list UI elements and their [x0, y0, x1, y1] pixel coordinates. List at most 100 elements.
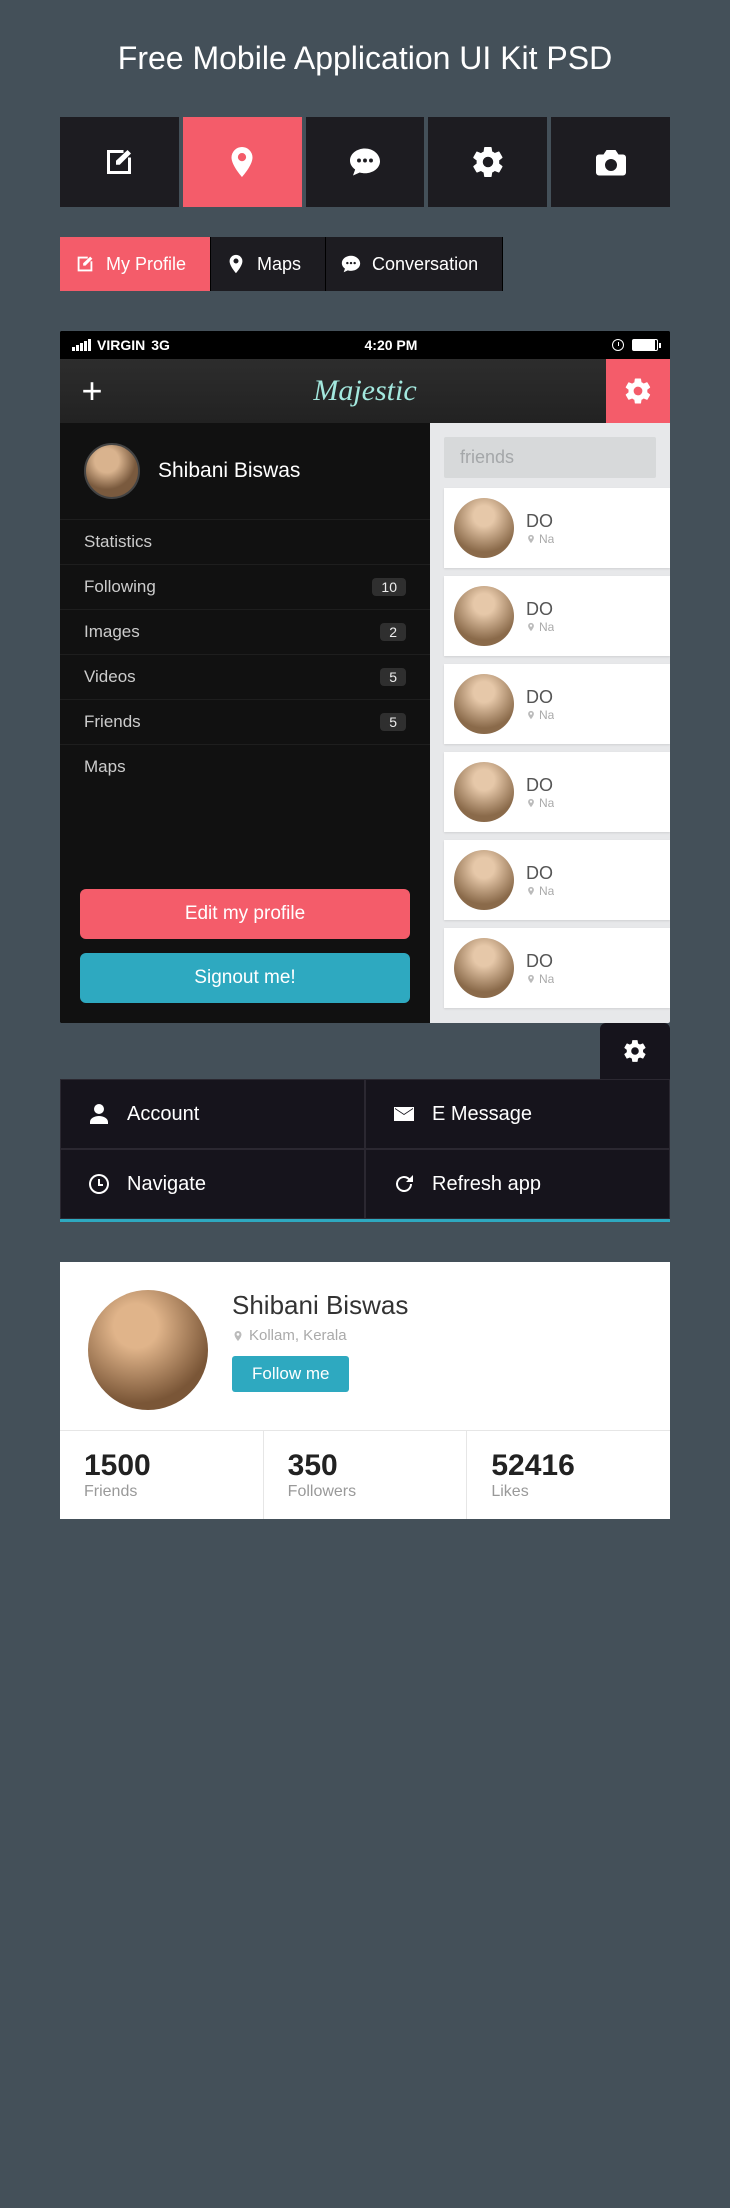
pin-icon	[224, 144, 260, 180]
sidebar-item-images[interactable]: Images2	[60, 609, 430, 654]
profile-location: Kollam, Kerala	[232, 1327, 408, 1344]
action-refresh[interactable]: Refresh app	[365, 1149, 670, 1219]
pin-icon	[526, 534, 536, 544]
count-badge: 2	[380, 623, 406, 641]
stat-label: Friends	[84, 1483, 239, 1501]
action-navigate[interactable]: Navigate	[60, 1149, 365, 1219]
network-label: 3G	[151, 337, 170, 353]
avatar	[454, 938, 514, 998]
friend-card[interactable]: DONa	[444, 664, 670, 744]
action-grid: Account E Message Navigate Refresh app	[60, 1079, 670, 1222]
pin-icon	[526, 710, 536, 720]
pin-icon	[232, 1330, 244, 1342]
clock-label: 4:20 PM	[365, 337, 418, 353]
settings-button[interactable]	[428, 117, 547, 207]
sidebar-item-videos[interactable]: Videos 5	[60, 654, 430, 699]
action-label: Account	[127, 1103, 199, 1126]
sidebar-item-label: Following	[84, 577, 156, 597]
gear-icon	[470, 144, 506, 180]
avatar	[88, 1290, 208, 1410]
edit-icon	[74, 253, 96, 275]
friend-location: Na	[526, 620, 554, 634]
chat-icon	[347, 144, 383, 180]
friend-name: DO	[526, 511, 554, 532]
sidebar-item-label: Friends	[84, 712, 141, 732]
status-bar: VIRGIN 3G 4:20 PM	[60, 331, 670, 359]
user-name: Shibani Biswas	[158, 459, 300, 483]
gear-icon	[622, 1038, 648, 1064]
friend-card[interactable]: DONa	[444, 576, 670, 656]
friends-pane: friends DONa DONa DONa DONa DONa DONa	[430, 423, 670, 1023]
nav-tabs: My Profile Maps Conversation	[60, 237, 670, 291]
compose-icon	[101, 144, 137, 180]
friend-card[interactable]: DONa	[444, 488, 670, 568]
friend-location: Na	[526, 884, 554, 898]
tab-my-profile[interactable]: My Profile	[60, 237, 211, 291]
chat-icon	[340, 253, 362, 275]
profile-card: Shibani Biswas Kollam, Kerala Follow me …	[60, 1262, 670, 1519]
profile-name: Shibani Biswas	[232, 1290, 408, 1321]
sidebar-item-label: Videos	[84, 667, 136, 687]
sidebar-item-following[interactable]: Following 10	[60, 564, 430, 609]
carrier-label: VIRGIN	[97, 337, 145, 353]
sidebar-item-maps[interactable]: Maps	[60, 744, 430, 789]
refresh-icon	[392, 1172, 416, 1196]
settings-button[interactable]	[606, 359, 670, 423]
action-emessage[interactable]: E Message	[365, 1079, 670, 1149]
avatar	[454, 762, 514, 822]
stat-likes[interactable]: 52416Likes	[467, 1431, 670, 1519]
tab-maps[interactable]: Maps	[211, 237, 326, 291]
avatar	[454, 586, 514, 646]
camera-icon	[593, 144, 629, 180]
signal-icon	[72, 339, 91, 351]
friend-location: Na	[526, 532, 554, 546]
avatar	[84, 443, 140, 499]
location-button[interactable]	[183, 117, 302, 207]
friend-card[interactable]: DONa	[444, 928, 670, 1008]
pin-icon	[225, 253, 247, 275]
friend-location: Na	[526, 972, 554, 986]
edit-profile-button[interactable]: Edit my profile	[80, 889, 410, 939]
phone-mockup: VIRGIN 3G 4:20 PM + Majestic Shibani Bis…	[60, 331, 670, 1023]
pin-icon	[526, 974, 536, 984]
action-label: Refresh app	[432, 1173, 541, 1196]
icon-toolbar	[60, 117, 670, 207]
sidebar-item-friends[interactable]: Friends5	[60, 699, 430, 744]
mail-icon	[392, 1102, 416, 1126]
friend-name: DO	[526, 775, 554, 796]
sidebar-item-label: Statistics	[84, 532, 152, 552]
count-badge: 10	[372, 578, 406, 596]
grid-settings-tab[interactable]	[600, 1023, 670, 1079]
stat-number: 350	[288, 1449, 443, 1483]
signout-button[interactable]: Signout me!	[80, 953, 410, 1003]
chat-button[interactable]	[306, 117, 425, 207]
app-title: Majestic	[124, 359, 606, 423]
search-input[interactable]: friends	[444, 437, 656, 478]
sidebar-item-statistics[interactable]: Statistics	[60, 519, 430, 564]
target-icon	[87, 1172, 111, 1196]
add-button[interactable]: +	[60, 359, 124, 423]
friend-card[interactable]: DONa	[444, 752, 670, 832]
follow-button[interactable]: Follow me	[232, 1356, 349, 1392]
friend-name: DO	[526, 951, 554, 972]
stat-friends[interactable]: 1500Friends	[60, 1431, 264, 1519]
friend-name: DO	[526, 599, 554, 620]
gear-icon	[623, 376, 653, 406]
compose-button[interactable]	[60, 117, 179, 207]
battery-icon	[632, 339, 658, 351]
pin-icon	[526, 622, 536, 632]
action-label: Navigate	[127, 1173, 206, 1196]
count-badge: 5	[380, 668, 406, 686]
avatar	[454, 674, 514, 734]
action-account[interactable]: Account	[60, 1079, 365, 1149]
sidebar-profile[interactable]: Shibani Biswas	[60, 423, 430, 519]
stat-followers[interactable]: 350Followers	[264, 1431, 468, 1519]
page-title: Free Mobile Application UI Kit PSD	[60, 40, 670, 77]
tab-label: Conversation	[372, 254, 478, 275]
camera-button[interactable]	[551, 117, 670, 207]
tab-conversation[interactable]: Conversation	[326, 237, 503, 291]
friend-location: Na	[526, 708, 554, 722]
friend-card[interactable]: DONa	[444, 840, 670, 920]
friend-location: Na	[526, 796, 554, 810]
stat-number: 52416	[491, 1449, 646, 1483]
